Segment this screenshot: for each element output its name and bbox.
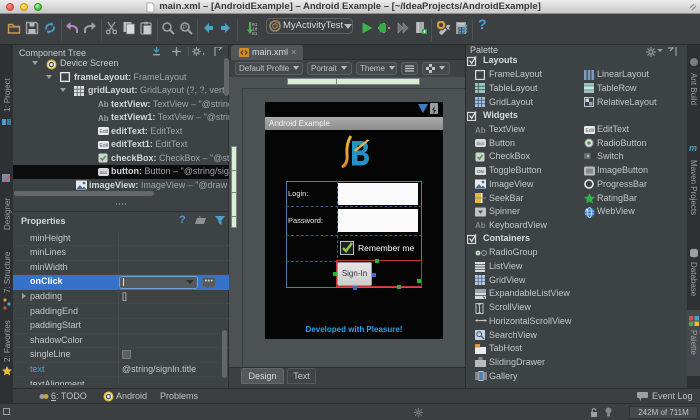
svg-text:Ab: Ab bbox=[475, 126, 486, 135]
svg-text:ON: ON bbox=[477, 169, 484, 174]
svg-text:Edit: Edit bbox=[100, 143, 109, 149]
svg-text:But: But bbox=[100, 170, 108, 175]
svg-text:Edit: Edit bbox=[100, 129, 109, 135]
svg-text:01: 01 bbox=[252, 31, 257, 35]
svg-text:Ab: Ab bbox=[98, 100, 109, 109]
svg-text:Edit: Edit bbox=[586, 128, 595, 134]
svg-text:Ab: Ab bbox=[98, 114, 109, 123]
svg-text:Ab: Ab bbox=[475, 221, 486, 230]
svg-text:But: But bbox=[477, 141, 485, 146]
